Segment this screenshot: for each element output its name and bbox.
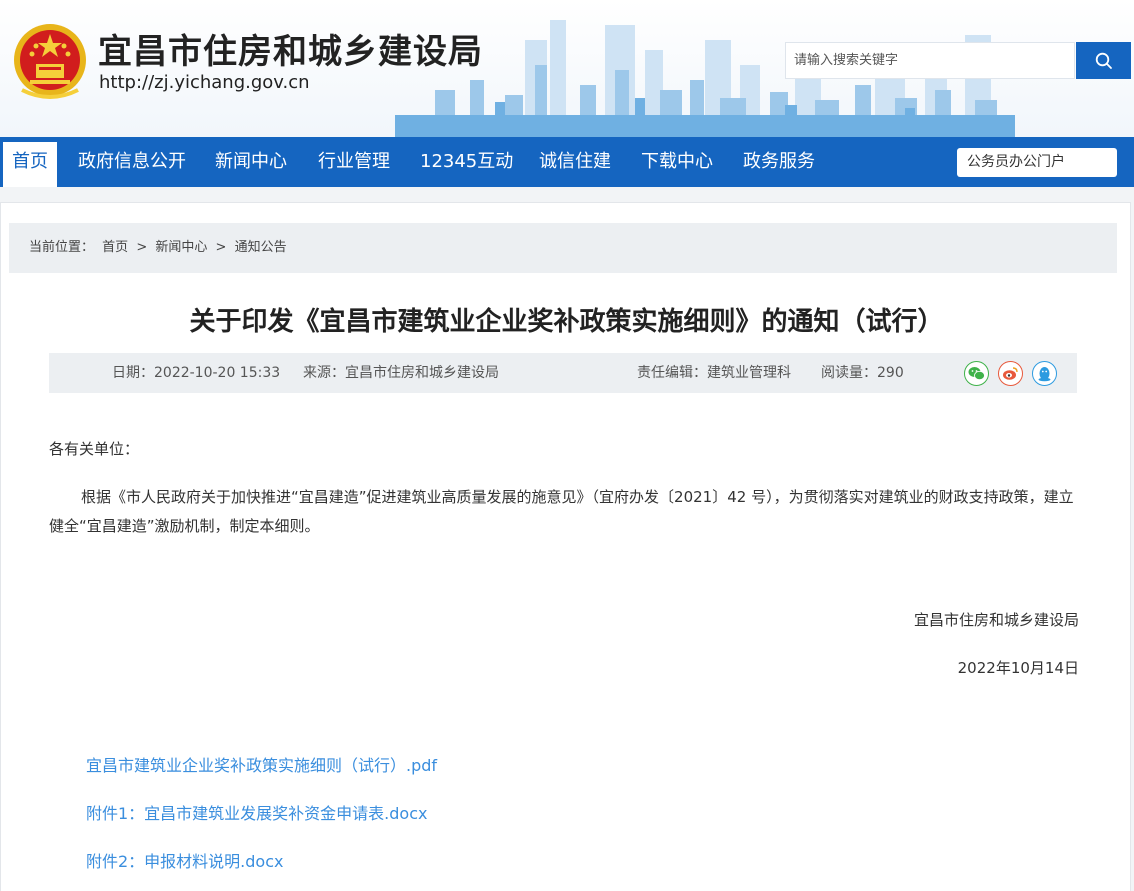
share-weibo-button[interactable] bbox=[998, 361, 1023, 386]
article-date: 日期：2022-10-20 15:33 bbox=[112, 365, 281, 381]
civil-servant-portal-button[interactable]: 公务员办公门户 bbox=[957, 148, 1117, 177]
article-paragraph: 根据《市人民政府关于加快推进“宜昌建造”促进建筑业高质量发展的施意见》（宜府办发… bbox=[49, 488, 1074, 535]
salutation: 各有关单位： bbox=[49, 440, 140, 458]
nav-item-services[interactable]: 政务服务 bbox=[743, 137, 815, 187]
article-meta-bar: 日期：2022-10-20 15:33 来源：宜昌市住房和城乡建设局 责任编辑：… bbox=[49, 353, 1077, 393]
search-button[interactable] bbox=[1076, 42, 1131, 79]
nav-item-industry[interactable]: 行业管理 bbox=[318, 137, 390, 187]
nav-item-12345[interactable]: 12345互动 bbox=[420, 137, 513, 187]
wechat-icon bbox=[968, 367, 985, 381]
article-editor: 责任编辑：建筑业管理科 bbox=[637, 365, 791, 381]
site-header: 宜昌市住房和城乡建设局 http://zj.yichang.gov.cn bbox=[0, 0, 1134, 137]
article-container: 当前位置： 首页 > 新闻中心 > 通知公告 关于印发《宜昌市建筑业企业奖补政策… bbox=[0, 202, 1131, 891]
breadcrumb: 当前位置： 首页 > 新闻中心 > 通知公告 bbox=[9, 223, 1117, 273]
site-url: http://zj.yichang.gov.cn bbox=[99, 72, 310, 93]
article-title: 关于印发《宜昌市建筑业企业奖补政策实施细则》的通知（试行） bbox=[189, 307, 944, 337]
attachment-link[interactable]: 宜昌市建筑业企业奖补政策实施细则（试行）.pdf bbox=[86, 752, 437, 776]
attachment-link[interactable]: 附件1：宜昌市建筑业发展奖补资金申请表.docx bbox=[86, 800, 427, 824]
weibo-icon bbox=[1003, 367, 1018, 380]
article-read-count: 阅读量：290 bbox=[821, 365, 904, 381]
national-emblem-icon bbox=[14, 24, 86, 99]
nav-item-news[interactable]: 新闻中心 bbox=[215, 137, 287, 187]
breadcrumb-home[interactable]: 首页 bbox=[102, 240, 128, 255]
share-qq-button[interactable] bbox=[1032, 361, 1057, 386]
breadcrumb-separator: > bbox=[136, 240, 148, 255]
search-input[interactable] bbox=[786, 43, 1074, 78]
site-title: 宜昌市住房和城乡建设局 bbox=[98, 32, 483, 72]
main-nav: 首页 政府信息公开 新闻中心 行业管理 12345互动 诚信住建 下载中心 政务… bbox=[0, 137, 1134, 187]
breadcrumb-notices[interactable]: 通知公告 bbox=[235, 240, 287, 255]
attachment-link[interactable]: 附件2：申报材料说明.docx bbox=[86, 848, 283, 872]
search-icon bbox=[1095, 52, 1112, 69]
article-source: 来源：宜昌市住房和城乡建设局 bbox=[303, 365, 499, 381]
nav-item-gov-info[interactable]: 政府信息公开 bbox=[78, 137, 186, 187]
breadcrumb-prefix: 当前位置： bbox=[29, 240, 95, 255]
article-signature: 宜昌市住房和城乡建设局 bbox=[913, 611, 1079, 629]
share-wechat-button[interactable] bbox=[964, 361, 989, 386]
nav-item-credit[interactable]: 诚信住建 bbox=[539, 137, 611, 187]
search-box bbox=[785, 42, 1075, 79]
breadcrumb-separator: > bbox=[215, 240, 227, 255]
qq-icon bbox=[1038, 366, 1051, 381]
nav-item-home[interactable]: 首页 bbox=[3, 142, 57, 187]
breadcrumb-news[interactable]: 新闻中心 bbox=[155, 240, 207, 255]
article-sign-date: 2022年10月14日 bbox=[957, 659, 1079, 677]
nav-item-download[interactable]: 下载中心 bbox=[641, 137, 713, 187]
